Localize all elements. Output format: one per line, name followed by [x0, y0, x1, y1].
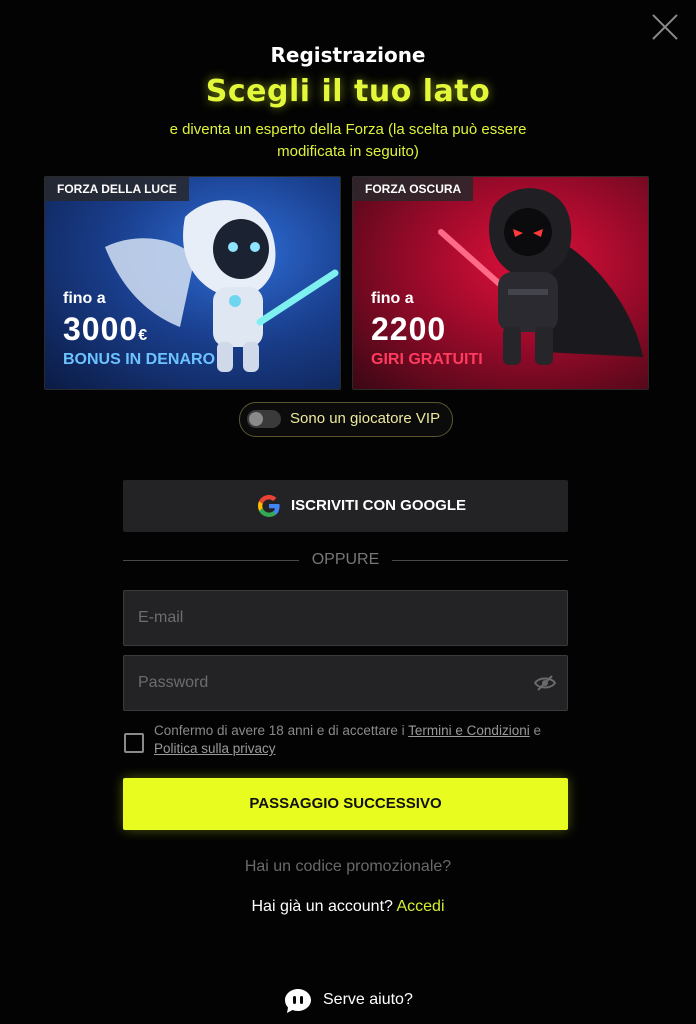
card-tag: FORZA OSCURA — [353, 177, 474, 201]
promo-code-link[interactable]: Hai un codice promozionale? — [0, 858, 696, 876]
account-prompt: Hai già un account? — [251, 898, 393, 915]
next-step-label: PASSAGGIO SUCCESSIVO — [249, 795, 442, 812]
email-field[interactable] — [123, 590, 568, 646]
vip-label: Sono un giocatore VIP — [290, 410, 441, 427]
card-up-to: fino a — [63, 290, 106, 307]
google-signup-label: ISCRIVITI CON GOOGLE — [291, 497, 467, 514]
vip-toggle[interactable]: Sono un giocatore VIP — [239, 402, 453, 437]
privacy-link[interactable]: Politica sulla privacy — [154, 741, 276, 756]
modal-title: Registrazione — [270, 43, 426, 67]
password-field[interactable] — [123, 655, 568, 711]
toggle-switch[interactable] — [247, 410, 281, 428]
close-button[interactable] — [648, 10, 682, 44]
login-link[interactable]: Accedi — [396, 898, 444, 915]
subtitle: e diventa un esperto della Forza (la sce… — [169, 121, 527, 160]
card-tag: FORZA DELLA LUCE — [45, 177, 189, 201]
divider-label: OPPURE — [311, 551, 380, 568]
headline: Scegli il tuo lato — [205, 74, 491, 109]
divider-line-right — [392, 560, 568, 561]
consent-checkbox[interactable] — [124, 733, 144, 753]
light-side-card[interactable]: FORZA DELLA LUCE fino a 3000€ BONUS IN D… — [44, 176, 341, 390]
card-up-to: fino a — [371, 290, 414, 307]
card-bonus: GIRI GRATUITI — [371, 351, 483, 368]
chat-icon[interactable] — [284, 988, 312, 1014]
google-icon — [257, 494, 280, 518]
dark-side-card[interactable]: FORZA OSCURA fino a 2200 GIRI GRATUITI — [352, 176, 649, 390]
toggle-knob — [249, 412, 263, 426]
next-step-button[interactable]: PASSAGGIO SUCCESSIVO — [123, 778, 568, 830]
card-amount: 3000€ — [63, 311, 149, 347]
account-line: Hai già un account? Accedi — [0, 898, 696, 916]
divider-line-left — [123, 560, 299, 561]
terms-link[interactable]: Termini e Condizioni — [408, 723, 530, 738]
card-amount: 2200 — [371, 311, 447, 347]
card-bonus: BONUS IN DENARO — [63, 351, 216, 368]
google-signup-button[interactable]: ISCRIVITI CON GOOGLE — [123, 480, 568, 532]
eye-off-icon[interactable] — [534, 674, 556, 692]
consent-text: Confermo di avere 18 anni e di accettare… — [154, 723, 541, 756]
help-label[interactable]: Serve aiuto? — [323, 991, 413, 1009]
